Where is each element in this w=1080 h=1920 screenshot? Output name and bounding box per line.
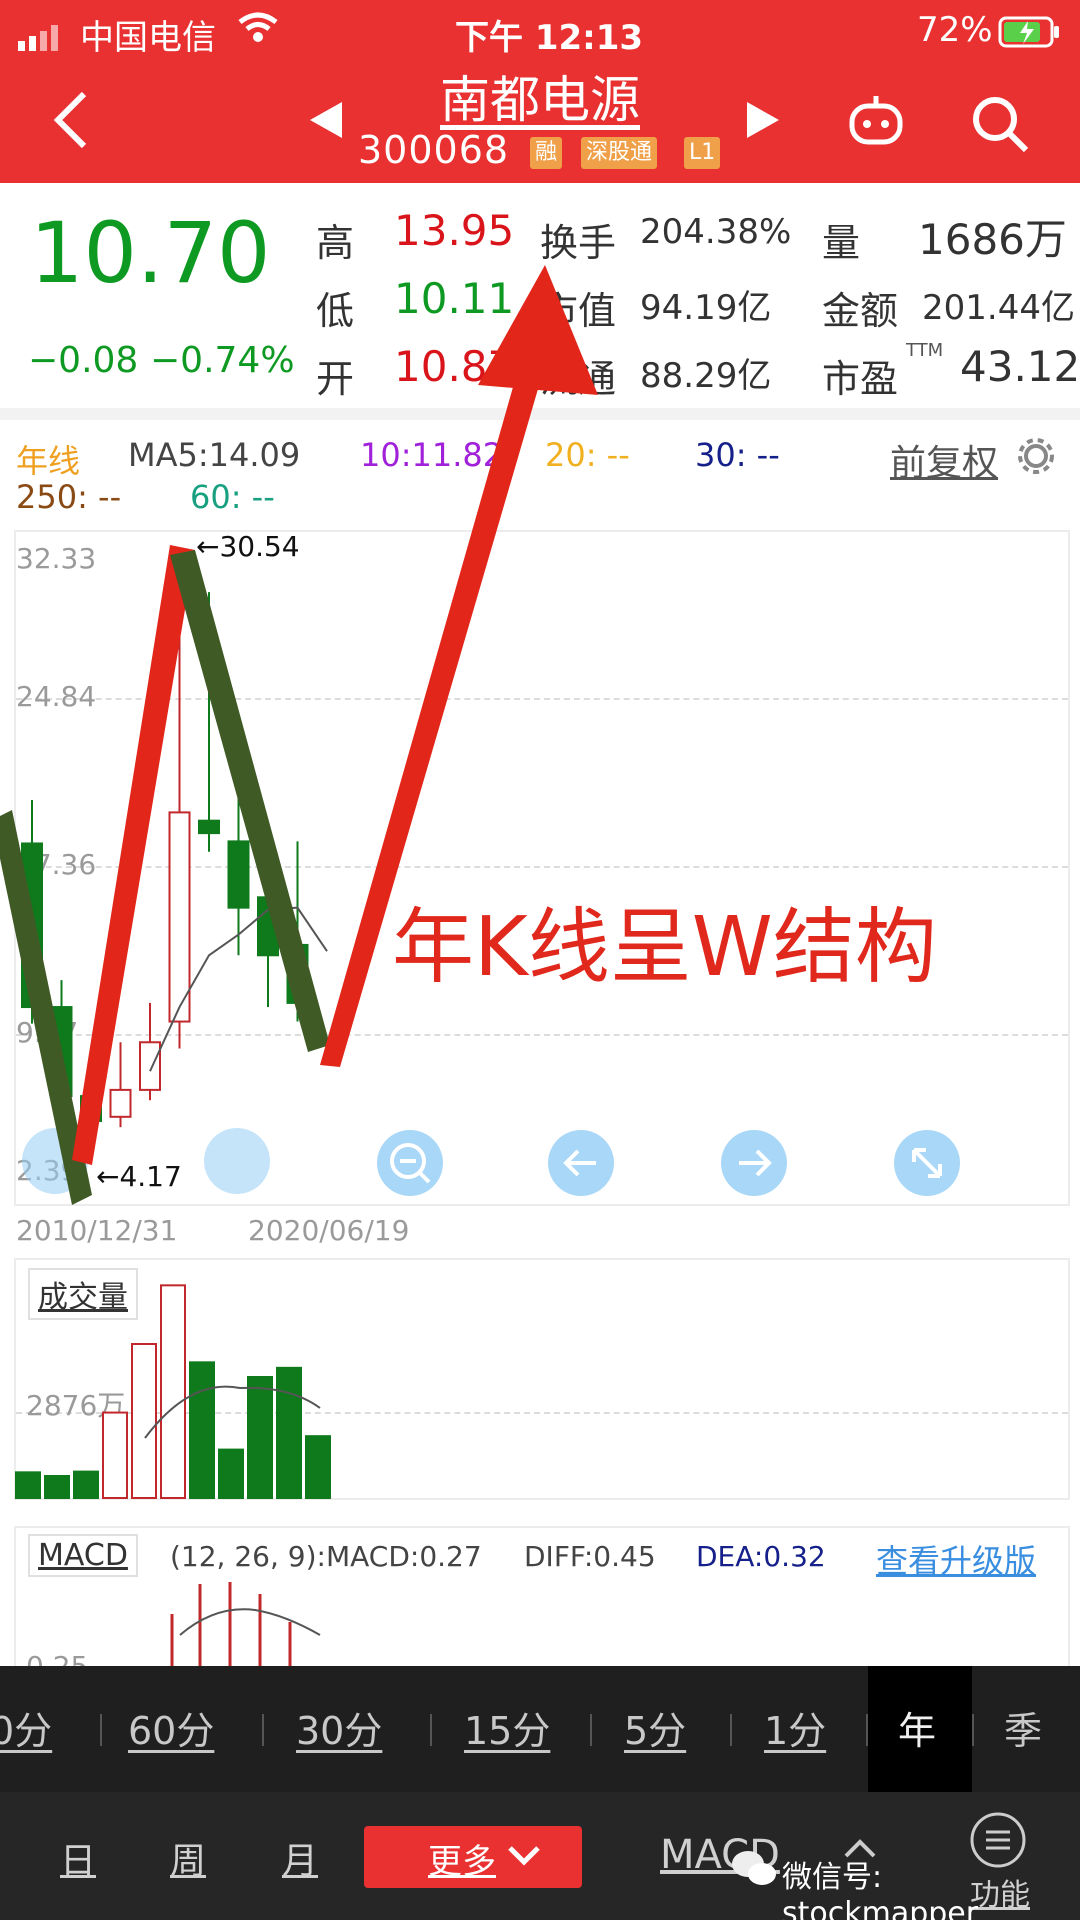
macd-dea: DEA:0.32 [696, 1540, 826, 1573]
macd-params: (12, 26, 9):MACD:0.27 [170, 1540, 482, 1573]
volume-bar [44, 1475, 70, 1499]
period-60fen[interactable]: 60分 [128, 1700, 214, 1755]
volume-bar [131, 1343, 157, 1499]
period-15fen[interactable]: 15分 [464, 1700, 550, 1755]
separator [100, 1714, 102, 1746]
upgrade-link[interactable]: 查看升级版 [876, 1536, 1036, 1582]
wechat-icon [730, 1848, 778, 1892]
volume-bar [102, 1411, 128, 1499]
separator [262, 1714, 264, 1746]
separator [730, 1714, 732, 1746]
tab-day[interactable]: 日 [60, 1832, 96, 1884]
period-5fen[interactable]: 5分 [624, 1700, 686, 1755]
macd-chart [170, 1582, 321, 1670]
period-quarter[interactable]: 季 [1004, 1700, 1042, 1755]
w-stroke-3 [170, 550, 330, 1052]
watermark: 微信号: stockmapper [782, 1860, 979, 1920]
macd-title[interactable]: MACD [28, 1534, 138, 1577]
volume-bar [160, 1284, 186, 1500]
separator [866, 1714, 868, 1746]
overlay-caption: 年K线呈W结构 [392, 900, 937, 995]
macd-diff: DIFF:0.45 [524, 1540, 656, 1573]
more-label: 更多 [428, 1842, 496, 1882]
period-year[interactable]: 年 [898, 1700, 936, 1755]
volume-bar [247, 1376, 273, 1499]
period-0fen[interactable]: 0分 [0, 1700, 52, 1755]
separator [430, 1714, 432, 1746]
tab-week[interactable]: 周 [170, 1832, 206, 1884]
period-1fen[interactable]: 1分 [764, 1700, 826, 1755]
volume-bar [189, 1361, 215, 1500]
separator [590, 1714, 592, 1746]
volume-bar [276, 1366, 302, 1500]
w-stroke-2 [72, 545, 195, 1165]
volume-bar [305, 1435, 331, 1499]
volume-bar [218, 1448, 244, 1500]
tab-month[interactable]: 月 [282, 1832, 318, 1884]
separator [972, 1714, 974, 1746]
chevron-down-icon [508, 1846, 540, 1866]
arrow-head [478, 265, 598, 395]
volume-chart [15, 1284, 331, 1500]
volume-bar [73, 1470, 99, 1500]
more-button[interactable]: 更多 [364, 1826, 582, 1888]
period-30fen[interactable]: 30分 [296, 1700, 382, 1755]
volume-bar [15, 1471, 41, 1499]
